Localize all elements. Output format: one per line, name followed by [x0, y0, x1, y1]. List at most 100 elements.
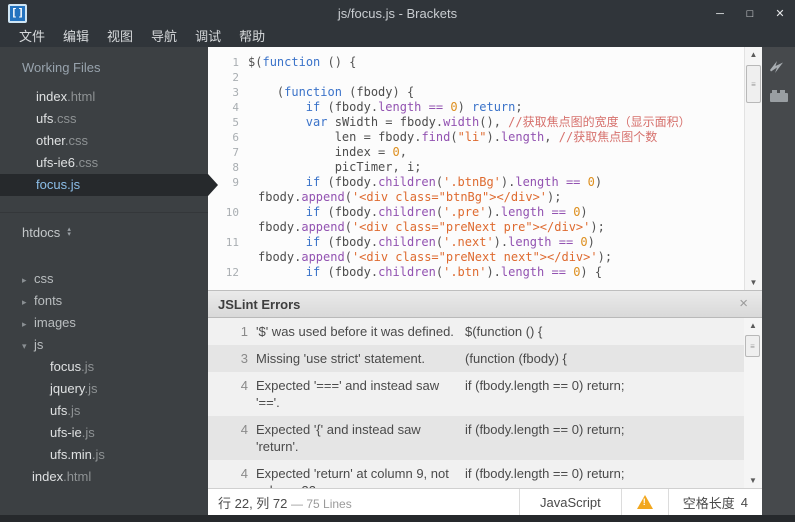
token: //获取焦点图的宽度（显示面积）	[508, 115, 691, 129]
scroll-down-icon[interactable]: ▼	[745, 275, 762, 290]
token: ==	[551, 265, 566, 279]
code-line[interactable]: 8 picTimer, i;	[208, 160, 744, 175]
code-line[interactable]: fbody.append('<div class="btnBg"></div>'…	[208, 190, 744, 205]
token: width	[443, 115, 480, 129]
code-line[interactable]: 9 if (fbody.children('.btnBg').length ==…	[208, 175, 744, 190]
tree-file-ufs.js[interactable]: ufs.js	[0, 400, 208, 422]
code-line[interactable]: 5 var sWidth = fbody.width(), //获取焦点图的宽度…	[208, 115, 744, 130]
code-text: if (fbody.children('.btn').length == 0) …	[248, 265, 602, 280]
jslint-error-row[interactable]: 4 Expected 'return' at column 9, not colu…	[208, 460, 744, 488]
tree-folder-images[interactable]: ▸ images	[0, 312, 208, 334]
folder-collapsed-icon: ▸	[22, 275, 27, 285]
jslint-error-row[interactable]: 3 Missing 'use strict' statement. (functio…	[208, 345, 744, 372]
language-indicator[interactable]: JavaScript	[519, 489, 621, 515]
panel-scrollbar-thumb[interactable]: ≡	[745, 335, 760, 357]
close-button[interactable]: ✕	[773, 7, 787, 20]
jslint-panel-header: JSLint Errors ×	[208, 290, 762, 318]
token: (	[450, 130, 458, 144]
code-line[interactable]: 4 if (fbody.length == 0) return;	[208, 100, 744, 115]
menu-item-file[interactable]: 文件	[10, 27, 54, 47]
indent-setting[interactable]: 空格长度 4	[667, 489, 762, 515]
working-file-ufs.css[interactable]: ufs.css	[0, 108, 208, 130]
scroll-down-icon[interactable]: ▼	[744, 473, 762, 488]
token: );	[597, 250, 613, 264]
scroll-up-icon[interactable]: ▲	[745, 47, 762, 62]
tree-file-index.html[interactable]: index.html	[0, 466, 208, 488]
token: function	[284, 85, 342, 99]
line-number: 11	[225, 236, 239, 249]
token: length	[378, 100, 422, 114]
code-line[interactable]: 1 $(function () {	[208, 55, 744, 70]
error-line-number: 4	[240, 422, 248, 437]
token: length	[500, 130, 545, 144]
indent-value[interactable]: 4	[741, 495, 748, 510]
menu-item-navigate[interactable]: 导航	[142, 27, 186, 47]
tree-folder-fonts[interactable]: ▸ fonts	[0, 290, 208, 312]
working-file-ufs-ie6.css[interactable]: ufs-ie6.css	[0, 152, 208, 174]
code-line[interactable]: 2	[208, 70, 744, 85]
error-message: '$' was used before it was defined.	[256, 324, 454, 339]
line-number	[208, 250, 248, 265]
code-text: if (fbody.children('.pre').length == 0)	[248, 205, 588, 220]
sidebar: Working Files index.html ufs.css other.css…	[0, 47, 218, 522]
maximize-button[interactable]: □	[743, 8, 757, 20]
jslint-error-row[interactable]: 4 Expected '===' and instead saw '=='. if …	[208, 372, 744, 416]
code-editor[interactable]: 1 $(function () {2 3 (function (fbody) {4 …	[208, 47, 744, 290]
tree-file-focus.js[interactable]: focus.js	[0, 356, 208, 378]
token: return	[472, 100, 516, 114]
menu-item-view[interactable]: 视图	[98, 27, 142, 47]
menu-item-debug[interactable]: 调试	[186, 27, 230, 47]
code-line[interactable]: 11 if (fbody.children('.next').length ==…	[208, 235, 744, 250]
code-line[interactable]: 7 index = 0,	[208, 145, 744, 160]
code-line[interactable]: 10 if (fbody.children('.pre').length == …	[208, 205, 744, 220]
working-file-focus.js[interactable]: focus.js	[0, 174, 218, 196]
file-basename: jquery	[50, 381, 85, 396]
token: .	[370, 175, 379, 189]
token: .	[370, 265, 379, 279]
lint-status[interactable]: !	[620, 489, 668, 515]
editor-scrollbar-thumb[interactable]: ≡	[746, 65, 761, 103]
menu-item-edit[interactable]: 编辑	[54, 27, 98, 47]
line-number: 8	[232, 161, 239, 174]
error-message: Expected 'return' at column 9, not colum…	[256, 466, 449, 488]
tree-folder-js[interactable]: ▾ js	[0, 334, 208, 356]
working-file-other.css[interactable]: other.css	[0, 130, 208, 152]
menu-item-help[interactable]: 帮助	[230, 27, 274, 47]
code-text: index = 0,	[248, 145, 407, 160]
token: 0	[587, 175, 595, 189]
extension-manager-icon[interactable]	[769, 90, 788, 102]
tree-file-ufs-ie.js[interactable]: ufs-ie.js	[0, 422, 208, 444]
jslint-error-row[interactable]: 1 '$' was used before it was defined. $(fu…	[208, 318, 744, 345]
panel-scrollbar[interactable]: ▲ ≡ ▼	[744, 318, 762, 488]
token: length	[515, 175, 559, 189]
project-switcher[interactable]: htdocs ▴ ▾	[0, 212, 208, 254]
token: ==	[551, 205, 566, 219]
panel-close-icon[interactable]: ×	[739, 291, 748, 317]
token: (	[344, 220, 352, 234]
scroll-up-icon[interactable]: ▲	[744, 318, 762, 333]
jslint-error-row[interactable]: 4 Expected '{' and instead saw 'return'. i…	[208, 416, 744, 460]
code-line[interactable]: 3 (function (fbody) {	[208, 85, 744, 100]
code-line[interactable]: fbody.append('<div class="preNext next">…	[208, 250, 744, 265]
tree-file-ufs.min.js[interactable]: ufs.min.js	[0, 444, 208, 466]
working-file-index.html[interactable]: index.html	[0, 86, 208, 108]
code-line[interactable]: 6 len = fbody.find("li").length, //获取焦点图…	[208, 130, 744, 145]
editor-scrollbar[interactable]: ▲ ≡ ▼	[744, 47, 762, 290]
minimize-button[interactable]: ─	[713, 8, 727, 20]
line-number: 3	[232, 86, 239, 99]
live-preview-icon[interactable]	[769, 59, 789, 75]
line-number: 2	[232, 71, 239, 84]
code-text: fbody.append('<div class="preNext pre"><…	[248, 220, 605, 235]
tree-file-jquery.js[interactable]: jquery.js	[0, 378, 208, 400]
token: (	[320, 205, 335, 219]
line-number: 6	[232, 131, 239, 144]
code-line[interactable]: 12 if (fbody.children('.btn').length == …	[208, 265, 744, 280]
token: (	[320, 175, 335, 189]
tree-folder-css[interactable]: ▸ css	[0, 268, 208, 290]
token: ==	[565, 175, 581, 189]
code-line[interactable]: fbody.append('<div class="preNext pre"><…	[208, 220, 744, 235]
token: ).	[486, 130, 501, 144]
error-line-number: 4	[240, 466, 248, 481]
